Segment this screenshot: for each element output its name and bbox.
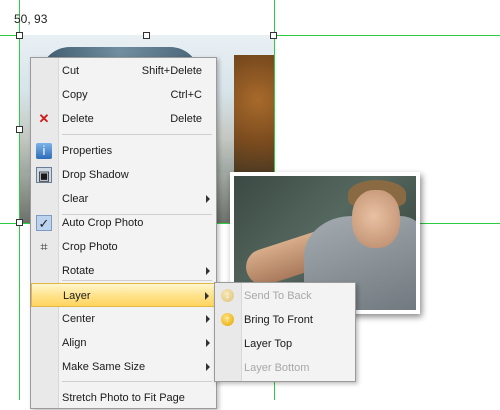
menu-item-auto-crop-photo[interactable]: ✓ Auto Crop Photo	[31, 211, 216, 235]
menu-item-label: Drop Shadow	[62, 169, 129, 181]
menu-separator	[62, 134, 212, 135]
menu-item-copy[interactable]: Copy Ctrl+C	[31, 83, 216, 107]
menu-item-label: Make Same Size	[62, 361, 146, 373]
submenu-item-layer-bottom[interactable]: Layer Bottom	[215, 356, 355, 380]
position-readout: 50, 93	[14, 12, 48, 26]
menu-item-clear[interactable]: Clear	[31, 187, 216, 211]
menu-item-label: Clear	[62, 193, 89, 205]
checkmark-icon: ✓	[36, 215, 52, 231]
send-to-back-icon: ↓	[221, 289, 234, 302]
menu-item-label: Properties	[62, 145, 113, 157]
menu-item-label: Cut	[62, 65, 80, 77]
menu-item-shortcut: Shift+Delete	[141, 65, 202, 77]
drop-shadow-icon: ▣	[36, 167, 52, 183]
delete-x-icon: ✕	[38, 111, 50, 126]
menu-item-shortcut: Delete	[170, 113, 202, 125]
resize-handle-top-left[interactable]	[16, 32, 23, 39]
menu-item-center[interactable]: Center	[31, 307, 216, 331]
submenu-item-layer-top[interactable]: Layer Top	[215, 332, 355, 356]
submenu-arrow-icon	[206, 315, 210, 323]
context-menu: Cut Shift+Delete Copy Ctrl+C ✕ Delete De…	[30, 57, 217, 409]
submenu-arrow-icon	[206, 339, 210, 347]
bring-to-front-icon: ↑	[221, 313, 234, 326]
submenu-item-send-to-back[interactable]: ↓ Send To Back	[215, 284, 355, 308]
submenu-item-bring-to-front[interactable]: ↑ Bring To Front	[215, 308, 355, 332]
menu-item-shortcut: Ctrl+C	[170, 89, 202, 101]
menu-item-label: Rotate	[62, 265, 95, 277]
submenu-item-label: Send To Back	[244, 290, 312, 302]
menu-separator	[62, 381, 212, 382]
resize-handle-top-right[interactable]	[270, 32, 277, 39]
submenu-arrow-icon	[206, 363, 210, 371]
submenu-item-label: Layer Top	[244, 338, 293, 350]
menu-item-cut[interactable]: Cut Shift+Delete	[31, 59, 216, 83]
menu-item-label: Center	[62, 313, 96, 325]
menu-item-label: Align	[62, 337, 87, 349]
resize-handle-left[interactable]	[16, 126, 23, 133]
menu-item-crop-photo[interactable]: ⌗ Crop Photo	[31, 235, 216, 259]
menu-separator	[62, 280, 212, 281]
menu-item-delete[interactable]: ✕ Delete Delete	[31, 107, 216, 131]
properties-icon: i	[36, 143, 52, 159]
menu-item-layer[interactable]: Layer	[31, 283, 216, 307]
menu-item-make-same-size[interactable]: Make Same Size	[31, 355, 216, 379]
menu-item-align[interactable]: Align	[31, 331, 216, 355]
crop-icon: ⌗	[40, 239, 48, 254]
menu-item-label: Layer	[63, 290, 91, 302]
portrait-face	[352, 190, 400, 248]
menu-item-label: Crop Photo	[62, 241, 118, 253]
layer-submenu: ↓ Send To Back ↑ Bring To Front Layer To…	[214, 282, 356, 382]
menu-item-drop-shadow[interactable]: ▣ Drop Shadow	[31, 163, 216, 187]
resize-handle-top[interactable]	[143, 32, 150, 39]
submenu-arrow-icon	[206, 195, 210, 203]
submenu-item-label: Bring To Front	[244, 314, 313, 326]
menu-item-label: Auto Crop Photo	[62, 217, 144, 229]
menu-item-properties[interactable]: i Properties	[31, 139, 216, 163]
menu-item-label: Delete	[62, 113, 94, 125]
menu-item-label: Copy	[62, 89, 88, 101]
resize-handle-bottom-left[interactable]	[16, 219, 23, 226]
menu-item-label: Stretch Photo to Fit Page	[62, 392, 185, 404]
submenu-arrow-icon	[205, 292, 209, 300]
submenu-item-label: Layer Bottom	[244, 362, 310, 374]
submenu-arrow-icon	[206, 267, 210, 275]
menu-item-stretch-photo[interactable]: Stretch Photo to Fit Page	[31, 386, 216, 410]
